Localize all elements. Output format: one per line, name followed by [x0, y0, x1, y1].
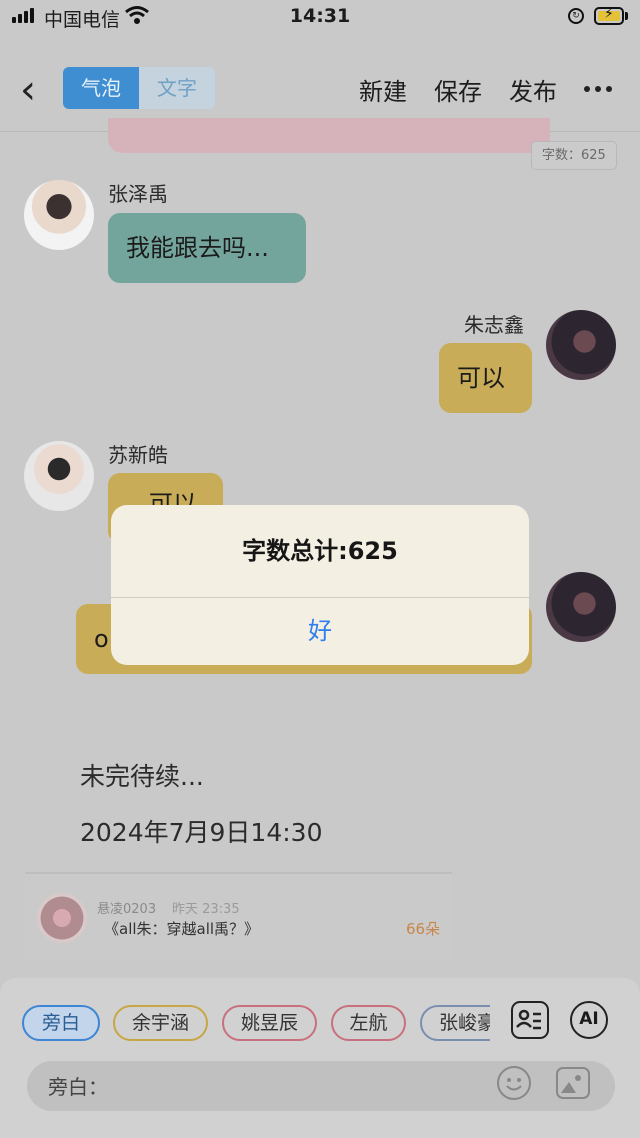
avatar[interactable]: [546, 310, 616, 380]
status-bar: 中国电信 14:31 ↻ ⚡: [0, 0, 640, 32]
avatar[interactable]: [24, 180, 94, 250]
save-button[interactable]: 保存: [434, 72, 482, 107]
sender-name: 苏新皓: [108, 443, 168, 467]
ai-button[interactable]: AI: [570, 1001, 608, 1039]
emoji-icon[interactable]: [497, 1066, 531, 1100]
status-time: 14:31: [289, 5, 351, 27]
new-button[interactable]: 新建: [359, 72, 407, 107]
role-chip[interactable]: 左航: [331, 1005, 406, 1041]
role-chip[interactable]: 余宇涵: [113, 1005, 208, 1041]
sender-name: 张泽禹: [108, 182, 168, 206]
publish-button[interactable]: 发布: [509, 72, 557, 107]
role-chip[interactable]: 姚昱辰: [222, 1005, 317, 1041]
battery-icon: ⚡: [594, 6, 624, 25]
word-count-chip: 字数：625: [531, 141, 617, 170]
image-icon[interactable]: [556, 1067, 590, 1099]
message-bubble[interactable]: 可以: [439, 343, 532, 413]
avatar[interactable]: [546, 572, 616, 642]
rotation-lock-icon: ↻: [568, 8, 584, 24]
card-time: 昨天 23:35: [172, 902, 240, 917]
card-flowers: 66朵: [406, 920, 441, 938]
alert-ok-button[interactable]: 好: [111, 598, 529, 665]
message-bubble[interactable]: 我能跟去吗...: [108, 213, 306, 283]
tab-bubble[interactable]: 气泡: [63, 67, 139, 109]
sender-name: 朱志鑫: [464, 313, 524, 337]
narration-text[interactable]: 未完待续...: [80, 757, 204, 793]
card-author: 悬凌0203: [97, 902, 157, 917]
more-icon[interactable]: [584, 86, 612, 92]
role-chips: 旁白 余宇涵 姚昱辰 左航 张峻豪: [22, 1005, 490, 1041]
mode-switch[interactable]: 气泡 文字: [63, 67, 215, 109]
message-bubble-partial[interactable]: [108, 118, 550, 153]
input-role-label: 旁白：: [48, 1075, 108, 1099]
tab-text[interactable]: 文字: [139, 67, 215, 109]
card-title: 《all朱：穿越all禹？》: [104, 920, 260, 938]
avatar[interactable]: [24, 441, 94, 511]
role-chip[interactable]: 张峻豪: [420, 1005, 490, 1041]
role-chip-narration[interactable]: 旁白: [22, 1005, 100, 1041]
word-count-alert: 字数总计:625 好: [111, 505, 529, 665]
contacts-icon[interactable]: [511, 1001, 549, 1039]
author-avatar: [37, 893, 87, 943]
back-icon[interactable]: ‹: [20, 70, 36, 110]
alert-message: 字数总计:625: [242, 537, 398, 565]
narration-text[interactable]: 2024年7月9日14:30: [80, 813, 322, 849]
battery-cap: [625, 12, 628, 20]
